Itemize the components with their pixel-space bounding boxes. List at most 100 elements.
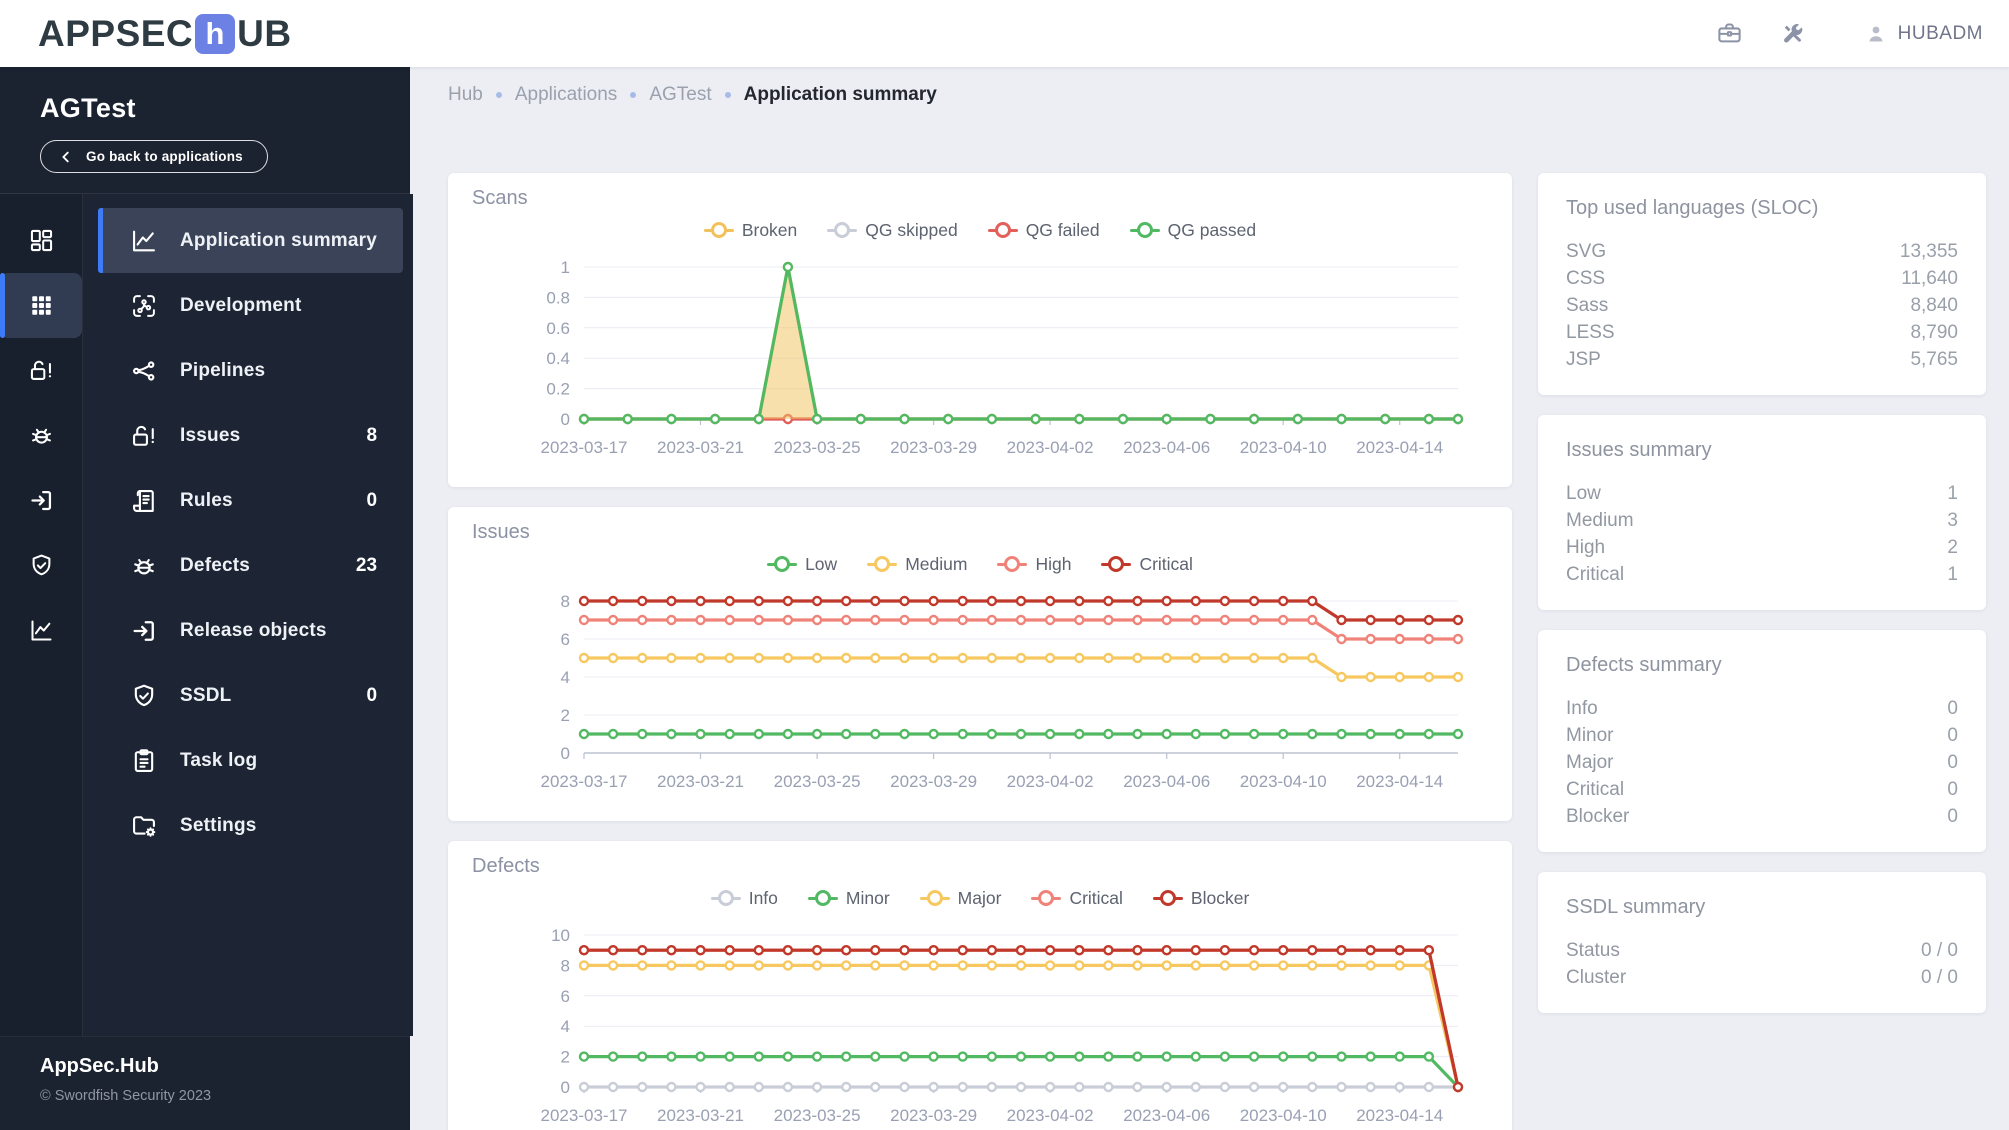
legend-marker-icon bbox=[807, 890, 838, 906]
svg-text:0.8: 0.8 bbox=[546, 288, 570, 307]
sidebar-columns: Application summary Development Pipelines I… bbox=[0, 194, 414, 1036]
legend-ring-icon bbox=[1038, 890, 1055, 906]
svg-text:10: 10 bbox=[551, 926, 570, 945]
clipboard-icon bbox=[130, 747, 158, 775]
legend-item-medium[interactable]: Medium bbox=[867, 554, 967, 575]
summary-row-high: High 2 bbox=[1566, 534, 1958, 561]
summary-card-title: Defects summary bbox=[1566, 654, 1722, 676]
tools-icon[interactable] bbox=[1779, 20, 1806, 47]
sidebar-item-rules[interactable]: Rules 0 bbox=[98, 468, 403, 533]
sidebar-item-badge: 8 bbox=[366, 424, 378, 446]
legend-label: Blocker bbox=[1190, 887, 1250, 908]
issues-chart-title: Issues bbox=[472, 521, 530, 543]
summary-row-css: CSS 11,640 bbox=[1566, 265, 1958, 292]
legend-label: Major bbox=[957, 887, 1002, 908]
svg-text:0: 0 bbox=[561, 410, 570, 429]
legend-label: Broken bbox=[741, 219, 798, 240]
rail-item-shield-check[interactable] bbox=[0, 533, 82, 598]
summary-row-value: 5,765 bbox=[1910, 349, 1958, 370]
legend-ring-icon bbox=[1108, 556, 1125, 572]
bug-icon bbox=[130, 552, 158, 580]
svg-text:2023-03-29: 2023-03-29 bbox=[890, 772, 977, 791]
toolbox-icon[interactable] bbox=[1716, 20, 1743, 47]
legend-marker-icon bbox=[867, 556, 898, 572]
summary-row-label: Status bbox=[1566, 940, 1620, 961]
sidebar-item-defects[interactable]: Defects 23 bbox=[98, 533, 403, 598]
legend-item-critical[interactable]: Critical bbox=[1031, 888, 1123, 909]
legend-item-minor[interactable]: Minor bbox=[807, 887, 890, 909]
legend-label: Medium bbox=[905, 553, 968, 574]
summary-row-value: 3 bbox=[1947, 510, 1958, 531]
sidebar-item-release-objects[interactable]: Release objects bbox=[98, 598, 403, 663]
legend-item-info[interactable]: Info bbox=[710, 887, 778, 909]
legend-item-low[interactable]: Low bbox=[767, 554, 837, 575]
rail-item-chart-axis[interactable] bbox=[0, 598, 82, 663]
header-actions: HUBADM bbox=[1716, 20, 1983, 47]
chart-line-icon bbox=[130, 227, 158, 255]
summary-row-sass: Sass 8,840 bbox=[1566, 292, 1958, 319]
sidebar-item-development[interactable]: Development bbox=[98, 273, 403, 338]
footer-brand: AppSec.Hub bbox=[40, 1055, 159, 1077]
sidebar-item-task-log[interactable]: Task log bbox=[98, 728, 403, 793]
legend-ring-icon bbox=[1004, 556, 1021, 572]
svg-text:1: 1 bbox=[561, 258, 570, 277]
legend-item-broken[interactable]: Broken bbox=[703, 219, 798, 241]
logo-text-pre: APPSEC bbox=[38, 12, 194, 54]
breadcrumb-current: Application summary bbox=[743, 84, 937, 105]
breadcrumb-link-hub[interactable]: Hub bbox=[448, 84, 483, 106]
rail-item-bug[interactable] bbox=[0, 403, 82, 468]
sidebar-item-settings[interactable]: Settings bbox=[98, 793, 403, 858]
rail-item-grid[interactable] bbox=[0, 273, 82, 338]
sidebar-item-pipelines[interactable]: Pipelines bbox=[98, 338, 403, 403]
summary-column: Top used languages (SLOC) SVG 13,355 CSS 11,… bbox=[1538, 173, 1986, 1130]
legend-item-major[interactable]: Major bbox=[919, 887, 1002, 909]
summary-row-blocker: Blocker 0 bbox=[1566, 803, 1958, 830]
rail-item-dashboard[interactable] bbox=[0, 208, 82, 273]
rail-item-exit-box[interactable] bbox=[0, 468, 82, 533]
summary-row-label: CSS bbox=[1566, 268, 1606, 289]
breadcrumb-link-applications[interactable]: Applications bbox=[515, 84, 617, 106]
legend-label: Info bbox=[748, 887, 778, 908]
summary-row-value: 0 bbox=[1947, 752, 1958, 773]
svg-text:4: 4 bbox=[561, 668, 570, 687]
sidebar-item-application-summary[interactable]: Application summary bbox=[98, 208, 404, 273]
legend-label: Minor bbox=[845, 887, 890, 908]
scans-chart-title: Scans bbox=[472, 187, 528, 209]
sidebar-item-label: Release objects bbox=[180, 619, 327, 641]
legend-marker-icon bbox=[997, 556, 1028, 572]
sidebar-item-label: Defects bbox=[180, 554, 251, 576]
legend-item-critical[interactable]: Critical bbox=[1101, 554, 1193, 575]
card-top-used-languages-sloc-: Top used languages (SLOC) SVG 13,355 CSS 11,… bbox=[1538, 173, 1986, 395]
summary-row-low: Low 1 bbox=[1566, 480, 1958, 507]
legend-ring-icon bbox=[1136, 222, 1153, 238]
folder-gear-icon bbox=[130, 812, 158, 840]
sidebar-item-label: Rules bbox=[180, 489, 233, 511]
legend-item-high[interactable]: High bbox=[997, 554, 1071, 575]
sidebar-item-ssdl[interactable]: SSDL 0 bbox=[98, 663, 403, 728]
legend-marker-icon bbox=[1101, 556, 1132, 572]
svg-text:2023-03-21: 2023-03-21 bbox=[657, 438, 744, 457]
breadcrumb-separator bbox=[495, 92, 502, 98]
legend-marker-icon bbox=[703, 222, 734, 238]
go-back-button[interactable]: Go back to applications bbox=[40, 140, 268, 173]
sidebar-item-issues[interactable]: Issues 8 bbox=[98, 403, 403, 468]
summary-row-status: Status 0 / 0 bbox=[1566, 937, 1958, 964]
legend-item-blocker[interactable]: Blocker bbox=[1152, 887, 1250, 909]
legend-item-qg-passed[interactable]: QG passed bbox=[1129, 219, 1257, 241]
summary-row-label: SVG bbox=[1566, 241, 1607, 262]
summary-card-title: Issues summary bbox=[1566, 439, 1712, 461]
legend-item-qg-failed[interactable]: QG failed bbox=[987, 220, 1100, 241]
legend-label: QG passed bbox=[1167, 219, 1257, 240]
legend-item-qg-skipped[interactable]: QG skipped bbox=[827, 220, 958, 241]
breadcrumb-link-agtest[interactable]: AGTest bbox=[649, 84, 711, 106]
sidebar-app-block: AGTest Go back to applications bbox=[0, 67, 410, 193]
svg-text:4: 4 bbox=[561, 1017, 570, 1036]
legend-ring-icon bbox=[994, 222, 1011, 238]
user-menu[interactable]: HUBADM bbox=[1864, 22, 1983, 46]
summary-row-value: 1 bbox=[1947, 564, 1958, 585]
summary-row-value: 0 bbox=[1947, 779, 1958, 800]
summary-row-label: Low bbox=[1566, 483, 1601, 504]
logo-text-post: UB bbox=[237, 12, 292, 54]
summary-row-label: Critical bbox=[1566, 564, 1625, 585]
rail-item-lock-alert[interactable] bbox=[0, 338, 82, 403]
